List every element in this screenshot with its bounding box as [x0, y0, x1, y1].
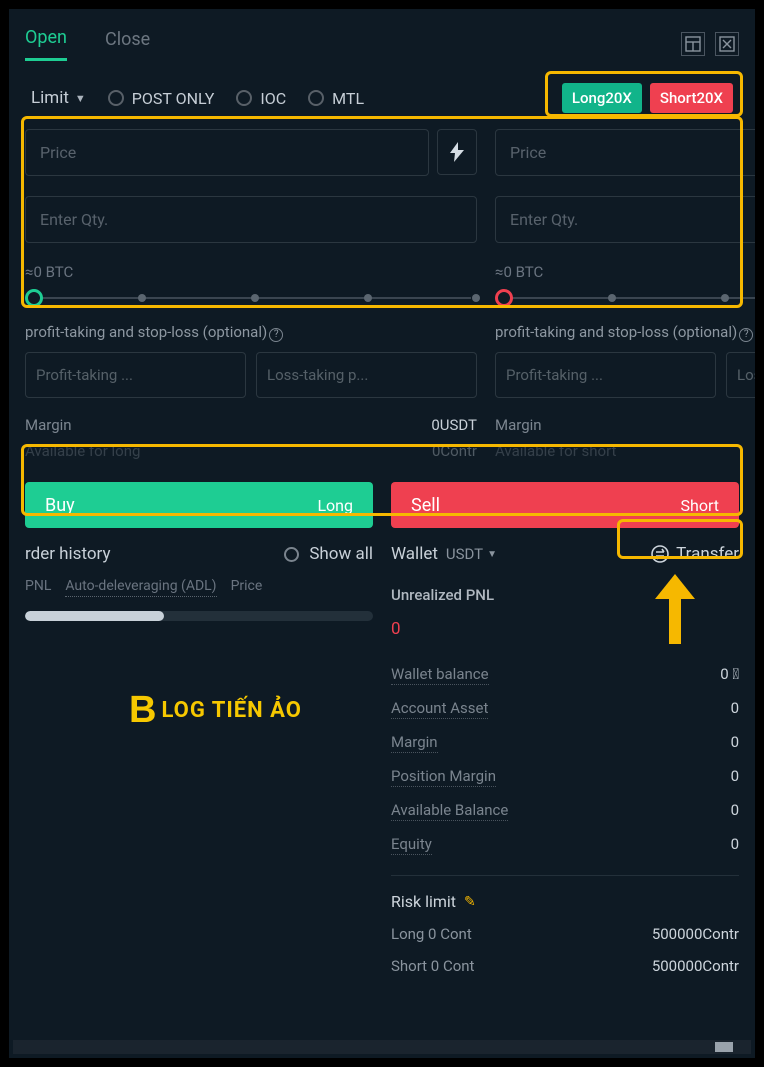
- annotation-arrow: [645, 569, 705, 649]
- tab-open[interactable]: Open: [25, 27, 67, 61]
- risk-limit-title: Risk limit: [391, 892, 456, 911]
- position-margin-value: 0: [731, 767, 739, 787]
- leverage-long-badge[interactable]: Long20X: [562, 83, 642, 113]
- psl-label: profit-taking and stop-loss (optional)?: [25, 323, 477, 342]
- radio-label: MTL: [332, 89, 364, 108]
- wallet-title: Wallet: [391, 544, 438, 564]
- short-label: Short: [681, 496, 719, 515]
- long-qty-input[interactable]: [25, 196, 477, 243]
- risk-long-label: Long 0 Cont: [391, 925, 472, 943]
- radio-icon: [108, 90, 124, 106]
- slider-knob[interactable]: [25, 289, 43, 307]
- long-loss-input[interactable]: [256, 352, 477, 398]
- chevron-down-icon: ▼: [487, 549, 497, 560]
- short-loss-input[interactable]: [726, 352, 758, 398]
- show-all-radio[interactable]: [284, 547, 299, 562]
- short-approx-label: ≈0 BTC: [495, 263, 758, 281]
- available-balance-label: Available Balance: [391, 801, 508, 821]
- order-type-label: Limit: [31, 88, 69, 108]
- wallet-margin-label: Margin: [391, 733, 438, 753]
- long-qty-slider[interactable]: [25, 287, 477, 315]
- equity-value: 0: [731, 835, 739, 855]
- radio-icon: [308, 90, 324, 106]
- radio-post-only[interactable]: POST ONLY: [108, 89, 215, 108]
- buy-label: Buy: [45, 495, 75, 516]
- avail-short-label: Available for short: [495, 442, 616, 460]
- slider-knob[interactable]: [495, 289, 513, 307]
- margin-label: Margin: [495, 416, 542, 434]
- short-profit-input[interactable]: [495, 352, 716, 398]
- help-icon[interactable]: ?: [739, 328, 753, 342]
- avail-long-label: Available for long: [25, 442, 140, 460]
- wallet-balance-label: Wallet balance: [391, 665, 489, 685]
- long-label: Long: [317, 496, 353, 515]
- edit-icon[interactable]: ✎: [464, 894, 476, 910]
- calculator-icon[interactable]: [681, 32, 705, 56]
- available-balance-value: 0: [731, 801, 739, 821]
- unrealized-pnl-label: Unrealized PNL: [391, 586, 494, 605]
- chevron-down-icon: ▼: [75, 92, 86, 105]
- bolt-icon[interactable]: [437, 129, 477, 175]
- position-margin-label: Position Margin: [391, 767, 496, 787]
- wallet-balance-value: 0 ⃝: [720, 665, 739, 685]
- account-asset-label: Account Asset: [391, 699, 488, 719]
- short-price-input[interactable]: [495, 129, 758, 176]
- transfer-button[interactable]: Transfer: [650, 544, 739, 564]
- subtab-price[interactable]: Price: [231, 578, 263, 597]
- history-scrollbar[interactable]: [25, 611, 373, 621]
- leverage-short-badge[interactable]: Short20X: [650, 83, 733, 113]
- help-icon[interactable]: ?: [269, 328, 283, 342]
- wallet-currency-dropdown[interactable]: USDT ▼: [446, 545, 497, 563]
- sell-label: Sell: [411, 495, 440, 516]
- radio-ioc[interactable]: IOC: [236, 89, 286, 108]
- sell-short-button[interactable]: Sell Short: [391, 482, 739, 528]
- equity-label: Equity: [391, 835, 432, 855]
- risk-short-label: Short 0 Cont: [391, 957, 474, 975]
- buy-long-button[interactable]: Buy Long: [25, 482, 373, 528]
- short-qty-slider[interactable]: [495, 287, 758, 315]
- radio-label: IOC: [260, 89, 286, 108]
- margin-label: Margin: [25, 416, 72, 434]
- transfer-icon: [650, 544, 670, 564]
- wallet-margin-value: 0: [731, 733, 739, 753]
- account-asset-value: 0: [731, 699, 739, 719]
- risk-long-value: 500000Contr: [652, 925, 739, 943]
- radio-label: POST ONLY: [132, 89, 215, 108]
- subtab-pnl[interactable]: PNL: [25, 578, 51, 597]
- order-type-dropdown[interactable]: Limit ▼: [31, 88, 86, 108]
- margin-value: 0USDT: [431, 416, 477, 434]
- delete-icon[interactable]: [715, 32, 739, 56]
- short-qty-input[interactable]: [495, 196, 758, 243]
- show-all-label[interactable]: Show all: [309, 544, 373, 564]
- tab-close[interactable]: Close: [105, 29, 150, 60]
- long-profit-input[interactable]: [25, 352, 246, 398]
- risk-short-value: 500000Contr: [652, 957, 739, 975]
- radio-icon: [236, 90, 252, 106]
- long-approx-label: ≈0 BTC: [25, 263, 477, 281]
- psl-label: profit-taking and stop-loss (optional)?: [495, 323, 758, 342]
- order-history-title: rder history: [25, 544, 111, 564]
- horizontal-scrollbar[interactable]: [13, 1040, 751, 1054]
- radio-mtl[interactable]: MTL: [308, 89, 364, 108]
- avail-long-value: 0Contr: [432, 442, 477, 460]
- long-price-input[interactable]: [25, 129, 429, 176]
- subtab-adl[interactable]: Auto-deleveraging (ADL): [65, 578, 216, 597]
- watermark-logo: BLOG TIẾN ẢO: [129, 689, 302, 732]
